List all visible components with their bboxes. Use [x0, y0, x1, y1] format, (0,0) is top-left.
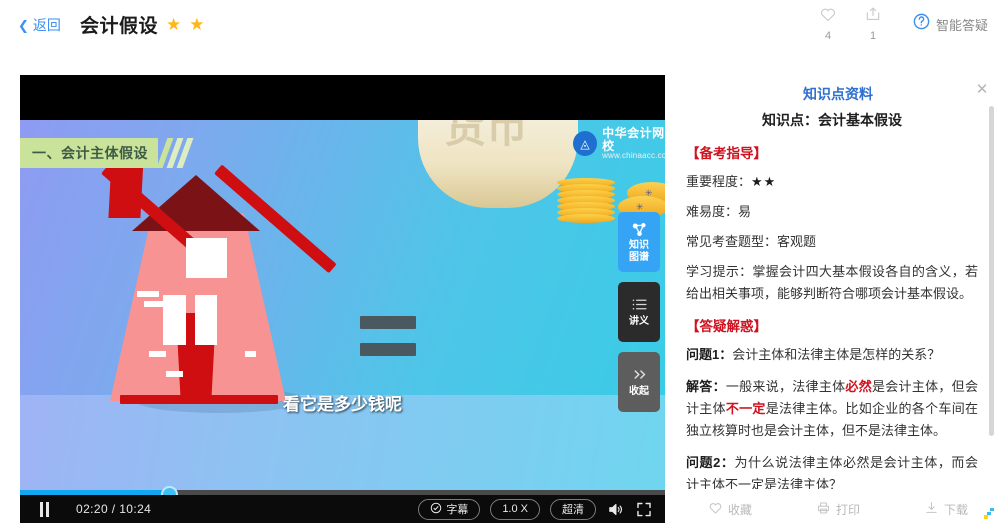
pause-button[interactable] [40, 501, 56, 517]
video-time-display: 02:20 / 10:24 [76, 502, 152, 516]
watermark-name: 中华会计网校 [602, 126, 665, 153]
video-quality-button[interactable]: 超清 [550, 498, 596, 520]
knowledge-panel-title: 知识点资料 [803, 86, 873, 102]
handout-button[interactable]: 讲义 [618, 282, 660, 342]
favorite-button[interactable]: 收藏 [708, 501, 752, 518]
player-side-buttons: 知识 图谱 讲义 收起 [618, 212, 660, 422]
video-scene-illustration: 货币 ✳ ✳ [20, 120, 665, 490]
window-shape [163, 295, 186, 345]
video-stage[interactable]: 货币 ✳ ✳ 一、会计主体假设 ◬ 中华会计网校 www.chinaacc.co… [20, 75, 665, 490]
chinaacc-logo-icon: ◬ [573, 131, 598, 157]
importance-label: 重要程度： [686, 174, 752, 189]
share-count: 1 [869, 30, 877, 42]
watermark-url: www.chinaacc.com [602, 151, 665, 161]
question-1-label: 问题1： [686, 347, 733, 362]
fullscreen-button[interactable] [635, 501, 653, 518]
knowledge-graph-button[interactable]: 知识 图谱 [618, 212, 660, 272]
download-button[interactable]: 下载 [924, 501, 968, 518]
playback-speed-label: 1.0 X [502, 503, 528, 515]
money-bag-label: 货币 [444, 120, 529, 151]
letterbox-bar [20, 75, 665, 120]
knowledge-panel: 知识点资料 ✕ 知识点：会计基本假设 【备考指导】 重要程度：★★ 难易度：易 … [676, 70, 1000, 523]
check-circle-icon [430, 502, 442, 517]
list-icon [631, 297, 648, 314]
share-button[interactable]: 1 [850, 6, 896, 42]
question-type-row: 常见考查题型：客观题 [686, 234, 817, 249]
heart-icon [708, 501, 723, 518]
corner-decoration-icon [982, 506, 996, 520]
collapse-button[interactable]: 收起 [618, 352, 660, 412]
chevron-left-icon: ❮ [18, 17, 29, 33]
answer-1-row: 解答：一般来说，法律主体必然是会计主体，但会计主体不一定是法律主体。比如企业的各… [686, 376, 978, 442]
difficulty-row: 难易度：易 [686, 204, 752, 219]
panel-footer-actions: 收藏 打印 下载 [676, 496, 1000, 523]
answer-1-label: 解答： [686, 379, 726, 394]
house-illustration [62, 155, 372, 425]
question-2-label: 问题2： [686, 455, 735, 470]
exam-guide-heading: 【备考指导】 [686, 146, 767, 161]
double-chevron-right-icon [631, 367, 648, 384]
video-controls-bar: 02:20 / 10:24 字幕 1.0 X 超清 [20, 495, 665, 523]
knowledge-point-heading: 知识点：会计基本假设 [762, 112, 902, 128]
share-icon [850, 6, 896, 26]
video-quality-label: 超清 [562, 504, 584, 516]
answer-1-emphasis-2: 不一定 [725, 401, 766, 416]
star-icon: ★ [189, 15, 205, 34]
download-icon [924, 501, 939, 518]
importance-stars: ★★ [751, 174, 777, 189]
question-2-row: 问题2：为什么说法律主体必然是会计主体，而会计主体不一定是法律主体？ [686, 452, 978, 489]
study-tip-paragraph: 学习提示：掌握会计四大基本假设各自的含义，若给出相关事项，能够判断符合哪项会计基… [686, 264, 978, 301]
answer-1-part1: 一般来说，法律主体 [725, 379, 846, 394]
subtitle-toggle-button[interactable]: 字幕 [418, 498, 481, 520]
course-video-page: ❮ 返回 会计假设 ★ ★ 4 1 智能答疑 货币 ✳ ✳ 一、会计主体假设 ◬… [0, 0, 1000, 523]
title-rating-stars: ★ ★ [166, 16, 205, 33]
print-icon [816, 501, 831, 518]
knowledge-graph-icon [631, 221, 648, 238]
collapse-label: 收起 [629, 385, 649, 397]
video-controls-right: 字幕 1.0 X 超清 [418, 498, 665, 520]
coin-stack-illustration [557, 178, 615, 224]
video-subtitle-text: 看它是多少钱呢 [283, 395, 402, 414]
knowledge-graph-label-2: 图谱 [629, 251, 649, 263]
equals-sign-illustration [360, 316, 416, 356]
page-header: ❮ 返回 会计假设 ★ ★ 4 1 智能答疑 [0, 0, 1000, 55]
importance-row: 重要程度：★★ [686, 171, 978, 193]
heart-icon [805, 6, 851, 26]
back-button[interactable]: ❮ 返回 [18, 15, 61, 35]
download-label: 下载 [943, 503, 968, 517]
star-icon: ★ [166, 15, 182, 34]
subtitle-toggle-label: 字幕 [446, 504, 469, 516]
like-count: 4 [824, 30, 832, 42]
favorite-label: 收藏 [727, 503, 752, 517]
answer-1-emphasis-1: 必然 [845, 379, 872, 394]
smart-qa-label: 智能答疑 [936, 17, 989, 33]
smart-qa-button[interactable]: 智能答疑 [912, 12, 988, 36]
question-mark-icon [912, 12, 931, 36]
knowledge-panel-content: 知识点：会计基本假设 【备考指导】 重要程度：★★ 难易度：易 常见考查题型：客… [676, 104, 1000, 489]
window-shape [195, 295, 217, 345]
page-title: 会计假设 [80, 16, 159, 37]
scene-section-banner: 一、会计主体假设 [20, 138, 194, 168]
question-1-text: 会计主体和法律主体是怎样的关系？ [732, 347, 941, 362]
playback-speed-button[interactable]: 1.0 X [490, 498, 540, 520]
close-icon[interactable]: ✕ [974, 82, 990, 98]
panel-scrollbar-thumb[interactable] [989, 106, 994, 436]
video-player[interactable]: 货币 ✳ ✳ 一、会计主体假设 ◬ 中华会计网校 www.chinaacc.co… [20, 75, 665, 523]
scene-section-banner-label: 一、会计主体假设 [20, 138, 158, 168]
volume-button[interactable] [606, 501, 625, 518]
question-1-row: 问题1：会计主体和法律主体是怎样的关系？ [686, 344, 978, 366]
qa-section-heading: 【答疑解惑】 [686, 319, 767, 334]
print-button[interactable]: 打印 [816, 501, 860, 518]
like-button[interactable]: 4 [805, 6, 851, 42]
back-label: 返回 [32, 17, 61, 33]
window-shape [186, 238, 227, 278]
knowledge-graph-label-1: 知识 [629, 239, 649, 251]
print-label: 打印 [835, 503, 860, 517]
handout-label: 讲义 [629, 315, 649, 327]
watermark: ◬ 中华会计网校 www.chinaacc.com [573, 127, 665, 161]
